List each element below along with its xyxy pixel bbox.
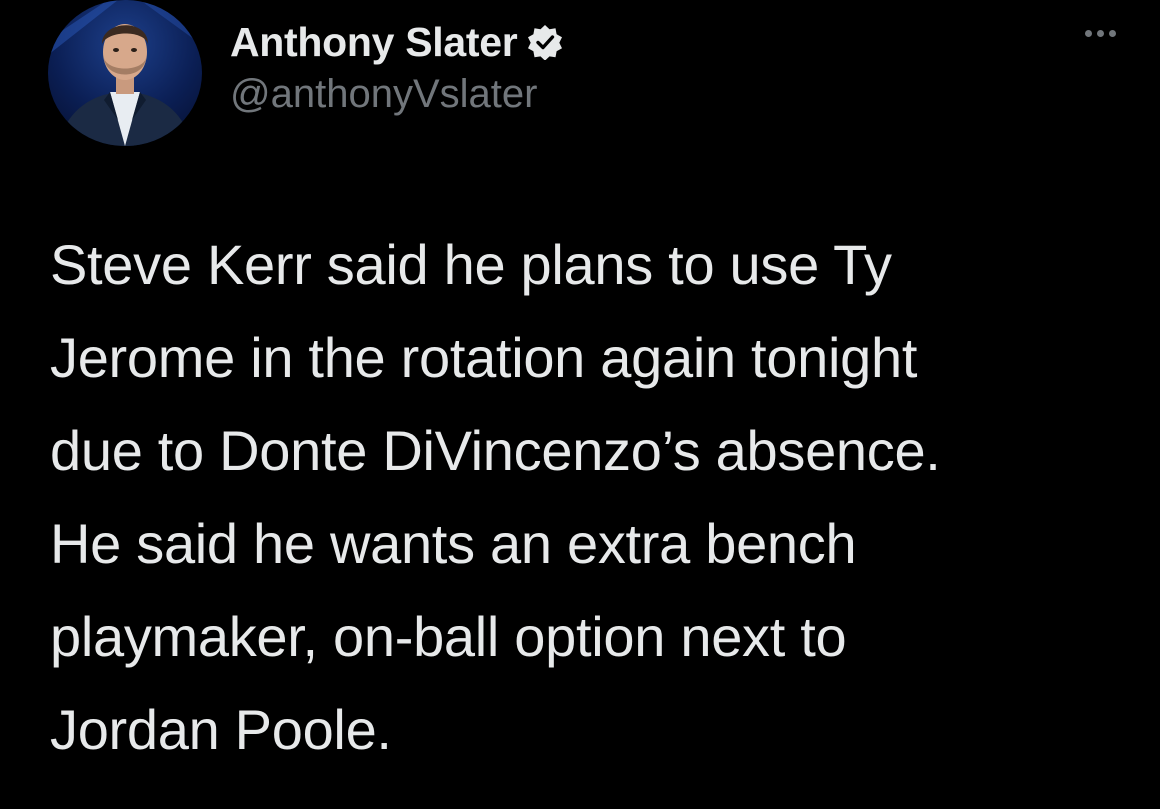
tweet-card: Anthony Slater @anthonyVslater Steve Ker… bbox=[0, 0, 1160, 809]
more-dot bbox=[1109, 30, 1116, 37]
more-dot bbox=[1097, 30, 1104, 37]
more-horizontal-icon[interactable] bbox=[1085, 30, 1116, 37]
author-block: Anthony Slater @anthonyVslater bbox=[230, 16, 563, 117]
avatar-photo bbox=[48, 0, 202, 146]
display-name[interactable]: Anthony Slater bbox=[230, 19, 518, 66]
tweet-text: Steve Kerr said he plans to use Ty Jerom… bbox=[50, 233, 941, 761]
user-handle[interactable]: @anthonyVslater bbox=[230, 72, 563, 117]
verified-badge-icon bbox=[527, 24, 563, 61]
avatar[interactable] bbox=[48, 0, 202, 146]
more-dot bbox=[1085, 30, 1092, 37]
name-row: Anthony Slater bbox=[230, 16, 563, 68]
